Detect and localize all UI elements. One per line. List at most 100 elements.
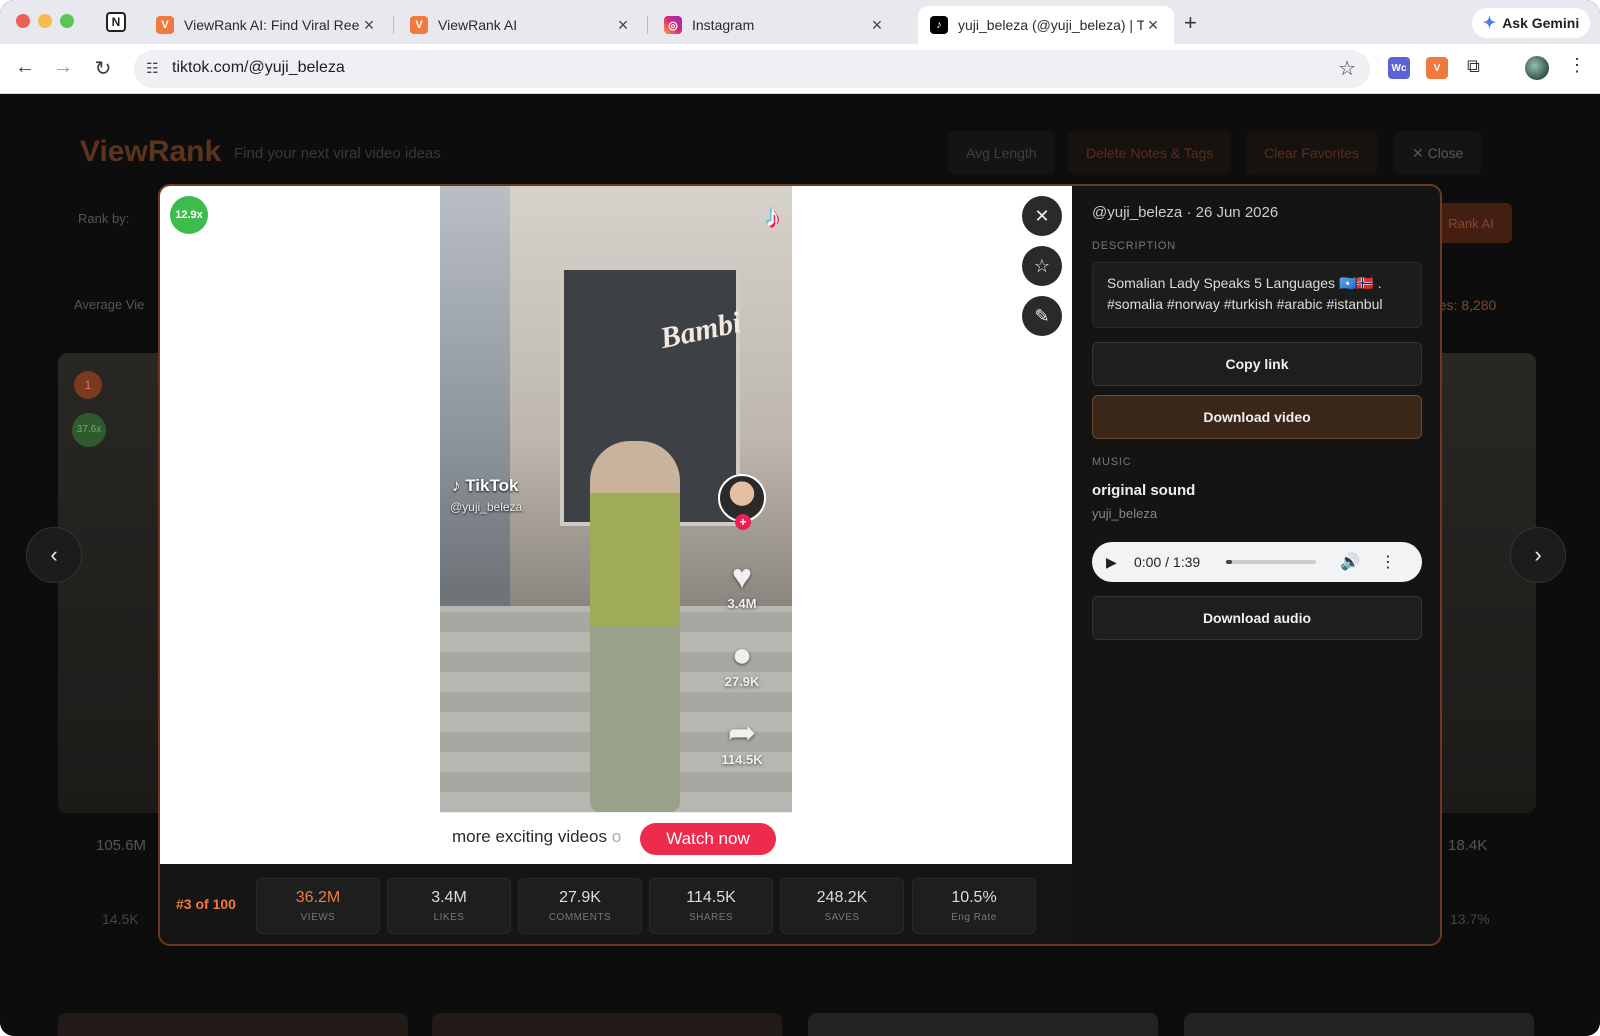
average-right-value: 8,280	[1461, 297, 1497, 313]
copy-link-button[interactable]: Copy link	[1092, 342, 1422, 386]
player-menu-icon[interactable]: ⋮	[1380, 552, 1396, 572]
close-tab-icon[interactable]: ×	[868, 15, 886, 36]
stat-value: 36.2M	[295, 889, 341, 906]
stat-value: 10.5%	[951, 889, 997, 906]
description-heading: DESCRIPTION	[1092, 240, 1176, 252]
minimize-window-button[interactable]	[38, 14, 52, 28]
viewrank-icon: V	[410, 16, 428, 34]
heart-icon: ♥	[731, 558, 753, 596]
wc-extension-icon[interactable]: Wc	[1388, 57, 1410, 79]
audio-progress-fill	[1226, 560, 1232, 564]
video-card[interactable]	[1430, 353, 1536, 813]
share-arrow-icon: ➦	[727, 714, 757, 752]
tab-viewrank-reels[interactable]: V ViewRank AI: Find Viral Reels ×	[144, 6, 390, 44]
close-tab-icon[interactable]: ×	[1144, 15, 1162, 36]
comment-bubble-icon: ●	[731, 636, 753, 674]
comment-count: 27.9K	[724, 674, 760, 689]
ask-gemini-button[interactable]: ✦ Ask Gemini	[1472, 8, 1590, 38]
download-audio-button[interactable]: Download audio	[1092, 596, 1422, 640]
stat-views: 36.2M VIEWS	[256, 878, 380, 934]
viewrank-extension-icon[interactable]: V	[1426, 57, 1448, 79]
stat-label: LIKES	[433, 912, 465, 923]
more-videos-text: more exciting videos o	[452, 827, 621, 847]
notion-icon[interactable]: N	[106, 12, 126, 32]
tab-viewrank-ai[interactable]: V ViewRank AI ×	[398, 6, 644, 44]
audio-progress-slider[interactable]	[1226, 560, 1316, 564]
next-video-button[interactable]: ›	[1510, 527, 1566, 583]
song-title: original sound	[1092, 482, 1196, 499]
multiplier-badge: 12.9x	[170, 196, 208, 234]
profile-avatar[interactable]	[1525, 56, 1549, 80]
stat-eng-rate: 10.5% Eng Rate	[912, 878, 1036, 934]
card-shares: 14.5K	[102, 911, 139, 927]
card-rate: 13.7%	[1450, 911, 1490, 927]
audio-player: ▶ 0:00 / 1:39 🔊 ⋮	[1092, 542, 1422, 582]
rank-ai-button[interactable]: Rank AI	[1430, 203, 1512, 243]
share-count: 114.5K	[721, 752, 763, 767]
stats-bar: #3 of 100 36.2M VIEWS 3.4M LIKES 27.9K C…	[160, 864, 1072, 944]
rank-by-label: Rank by:	[78, 211, 130, 226]
video-footer: more exciting videos o Watch now	[440, 812, 792, 864]
tiktok-icon: ♪	[930, 16, 948, 34]
extensions-puzzle-icon[interactable]: ⧉	[1467, 56, 1480, 77]
follow-plus-icon[interactable]: +	[735, 514, 751, 530]
video-detail-modal: 12.9x Bambi ♪ ♪ TikTok @yuji_beleza + ♥ …	[158, 184, 1442, 946]
reload-icon[interactable]: ↻	[90, 56, 116, 81]
song-artist: yuji_beleza	[1092, 506, 1158, 521]
download-video-button[interactable]: Download video	[1092, 395, 1422, 439]
volume-icon[interactable]: 🔊	[1340, 552, 1360, 572]
brand-logo: ViewRank	[80, 135, 222, 168]
play-icon[interactable]: ▶	[1106, 554, 1130, 571]
stat-shares: 114.5K SHARES	[649, 878, 773, 934]
site-info-icon[interactable]: ☷	[146, 60, 159, 77]
tab-tiktok-active[interactable]: ♪ yuji_beleza (@yuji_beleza) | T ×	[918, 6, 1174, 44]
favorite-star-icon[interactable]: ☆	[1022, 246, 1062, 286]
details-panel: @yuji_beleza · 26 Jun 2026 DESCRIPTION S…	[1072, 186, 1440, 944]
avg-length-button[interactable]: Avg Length	[948, 131, 1055, 175]
notes-icon[interactable]: ✎	[1022, 296, 1062, 336]
tab-title: yuji_beleza (@yuji_beleza) | T	[958, 17, 1144, 33]
watch-now-button[interactable]: Watch now	[640, 823, 776, 855]
stat-label: SHARES	[688, 912, 734, 923]
card-rank-badge: 1	[74, 371, 102, 399]
close-window-button[interactable]	[16, 14, 30, 28]
delete-notes-tags-button[interactable]: Delete Notes & Tags	[1068, 131, 1232, 175]
close-tab-icon[interactable]: ×	[360, 15, 378, 36]
tab-title: Instagram	[692, 17, 755, 33]
description-text: Somalian Lady Speaks 5 Languages 🇸🇴🇳🇴 . …	[1092, 262, 1422, 328]
like-stat[interactable]: ♥ 3.4M	[716, 558, 768, 611]
new-tab-button[interactable]: +	[1184, 10, 1197, 36]
average-views-label: Average Vie	[74, 297, 145, 312]
share-stat[interactable]: ➦ 114.5K	[716, 714, 768, 767]
bookmark-star-icon[interactable]: ☆	[1338, 56, 1356, 81]
stat-value: 248.2K	[816, 889, 868, 906]
close-page-button[interactable]: ✕ Close	[1394, 131, 1482, 175]
clear-favorites-button[interactable]: Clear Favorites	[1246, 131, 1377, 175]
maximize-window-button[interactable]	[60, 14, 74, 28]
video-player[interactable]: Bambi ♪ ♪ TikTok @yuji_beleza + ♥ 3.4M ●…	[440, 186, 792, 812]
tagline: Find your next viral video ideas	[234, 145, 441, 162]
stat-label: SAVES	[824, 912, 860, 923]
viewrank-header: ViewRank Find your next viral video idea…	[58, 131, 1550, 181]
forward-arrow-icon[interactable]: →	[50, 56, 76, 79]
back-arrow-icon[interactable]: ←	[12, 56, 38, 79]
comment-stat[interactable]: ● 27.9K	[716, 636, 768, 689]
average-right: res: 8,280	[1434, 297, 1496, 313]
browser-toolbar: ← → ↻ ☷ tiktok.com/@yuji_beleza ☆ Wc V ⧉…	[0, 44, 1600, 94]
tab-title: ViewRank AI: Find Viral Reels	[184, 17, 360, 33]
browser-menu-icon[interactable]: ⋮	[1568, 55, 1586, 76]
music-heading: MUSIC	[1092, 456, 1132, 468]
stat-value: 114.5K	[686, 889, 736, 906]
viewrank-icon: V	[156, 16, 174, 34]
close-icon[interactable]: ✕	[1022, 196, 1062, 236]
address-bar[interactable]: ☷ tiktok.com/@yuji_beleza ☆	[134, 50, 1370, 88]
previous-video-button[interactable]: ‹	[26, 527, 82, 583]
stat-saves: 248.2K SAVES	[780, 878, 904, 934]
tab-instagram[interactable]: ◎ Instagram ×	[652, 6, 898, 44]
card-comments: 18.4K	[1448, 837, 1488, 854]
card-multiplier-badge: 37.6x	[72, 413, 106, 447]
tiktok-logo-icon: ♪	[765, 200, 780, 233]
url-text[interactable]: tiktok.com/@yuji_beleza	[172, 59, 345, 77]
close-tab-icon[interactable]: ×	[614, 15, 632, 36]
gemini-sparkle-icon: ✦	[1482, 15, 1497, 32]
